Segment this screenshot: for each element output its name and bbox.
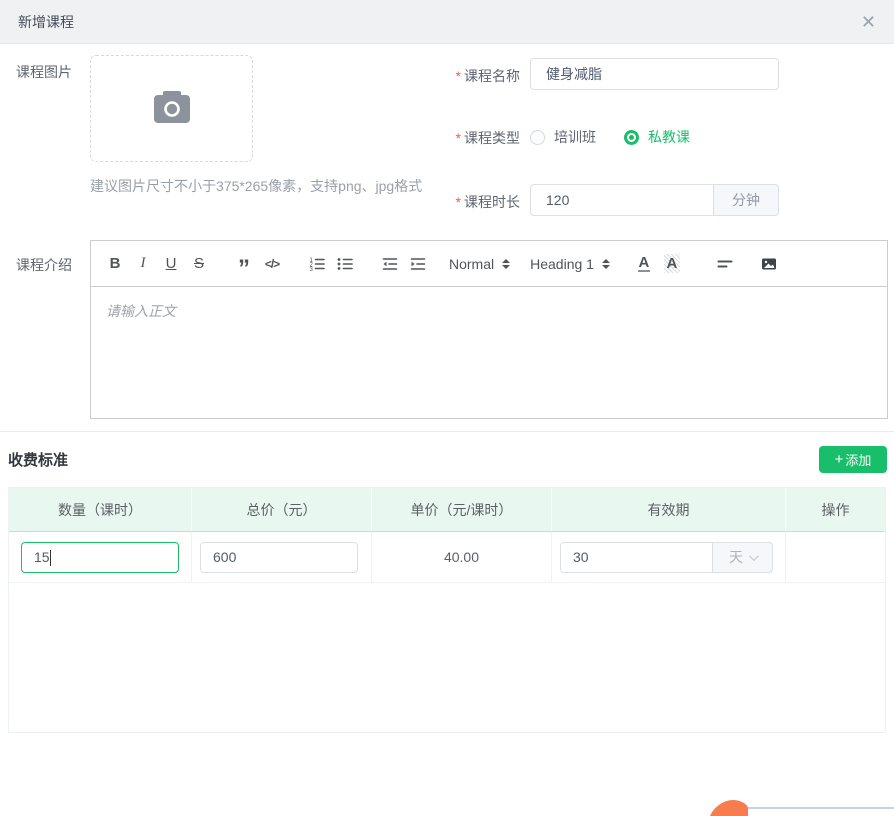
col-unit-price-header: 单价（元/课时） [372, 488, 552, 531]
col-quantity-header: 数量（课时） [9, 488, 192, 531]
font-size-value: Normal [449, 255, 495, 272]
image-upload-box[interactable] [90, 55, 253, 162]
background-color-icon[interactable]: A [658, 252, 686, 276]
updown-arrows-icon [502, 258, 511, 269]
svg-text:3: 3 [310, 266, 314, 272]
total-price-input[interactable] [200, 541, 358, 573]
plus-icon: + [834, 451, 844, 468]
add-price-row-button[interactable]: + 添加 [819, 446, 887, 473]
course-image-label: 课程图片 [16, 64, 72, 80]
col-actions-header: 操作 [821, 501, 850, 518]
strikethrough-icon[interactable]: S [185, 252, 213, 276]
course-type-radio-group: 培训班 私教课 [530, 127, 718, 147]
unit-price-value: 40.00 [443, 549, 480, 565]
cropped-illustration [710, 799, 894, 816]
indent-icon[interactable] [404, 252, 432, 276]
outdent-icon[interactable] [376, 252, 404, 276]
underline-icon[interactable]: U [157, 252, 185, 276]
validity-unit-value: 天 [729, 549, 743, 565]
validity-unit-select[interactable]: 天 [713, 541, 773, 573]
course-name-input[interactable] [530, 58, 779, 90]
image-size-hint: 建议图片尺寸不小于375*265像素，支持png、jpg格式 [90, 178, 423, 194]
validity-input[interactable] [560, 541, 713, 573]
pricing-section-title: 收费标准 [8, 452, 69, 469]
page-title: 新增课程 [18, 13, 74, 30]
radio-checked-icon [624, 129, 639, 145]
heading-select[interactable]: Heading 1 [530, 256, 610, 272]
bullet-list-icon[interactable] [331, 252, 359, 276]
add-course-modal: 新增课程 ✕ 课程图片 建议图片尺寸不小于375*265像素，支持png、jpg… [0, 0, 894, 816]
radio-private-lesson[interactable]: 私教课 [624, 127, 690, 147]
pricing-table-header: 数量（课时） 总价（元） 单价（元/课时） 有效期 操作 [9, 488, 885, 532]
course-name-label: * 课程名称 [455, 68, 520, 84]
radio-unchecked-icon [530, 129, 545, 145]
course-duration-input[interactable] [530, 184, 714, 216]
radio-training-class[interactable]: 培训班 [530, 127, 596, 147]
chevron-down-icon [748, 550, 759, 561]
course-duration-label: * 课程时长 [455, 194, 520, 210]
quantity-input[interactable] [21, 541, 179, 573]
heading-value: Heading 1 [530, 255, 594, 272]
rich-text-editor: B I U S ” </> 123 Normal Heading 1 A A 请… [90, 240, 888, 419]
font-size-select[interactable]: Normal [449, 255, 511, 272]
text-color-icon[interactable]: A [630, 252, 658, 276]
col-total-price-header: 总价（元） [192, 488, 372, 531]
camera-icon [151, 90, 193, 127]
updown-arrows-icon [601, 258, 610, 269]
italic-icon[interactable]: I [129, 252, 157, 276]
course-intro-label: 课程介绍 [16, 257, 72, 273]
align-icon[interactable] [711, 252, 739, 276]
radio-label: 私教课 [648, 129, 690, 145]
insert-image-icon[interactable] [755, 252, 783, 276]
required-mark: * [455, 68, 461, 84]
text-cursor [50, 549, 51, 566]
section-divider [0, 431, 894, 432]
add-button-label: 添加 [845, 453, 872, 468]
ordered-list-icon[interactable]: 123 [303, 252, 331, 276]
editor-content-area[interactable]: 请输入正文 [91, 287, 887, 335]
modal-header: 新增课程 ✕ [0, 0, 894, 44]
course-type-label: * 课程类型 [455, 130, 520, 146]
editor-placeholder: 请输入正文 [106, 303, 176, 319]
table-row: 40.00 天 [9, 532, 885, 583]
actions-cell [786, 532, 885, 582]
duration-unit-suffix: 分钟 [714, 184, 779, 216]
col-validity-header: 有效期 [552, 488, 786, 531]
close-icon[interactable]: ✕ [861, 13, 876, 31]
radio-label: 培训班 [554, 129, 596, 145]
pricing-table: 数量（课时） 总价（元） 单价（元/课时） 有效期 操作 40.00 [8, 487, 886, 733]
code-block-icon[interactable]: </> [258, 252, 286, 276]
blockquote-icon[interactable]: ” [230, 252, 258, 280]
editor-toolbar: B I U S ” </> 123 Normal Heading 1 A A [91, 241, 887, 287]
bold-icon[interactable]: B [101, 252, 129, 276]
